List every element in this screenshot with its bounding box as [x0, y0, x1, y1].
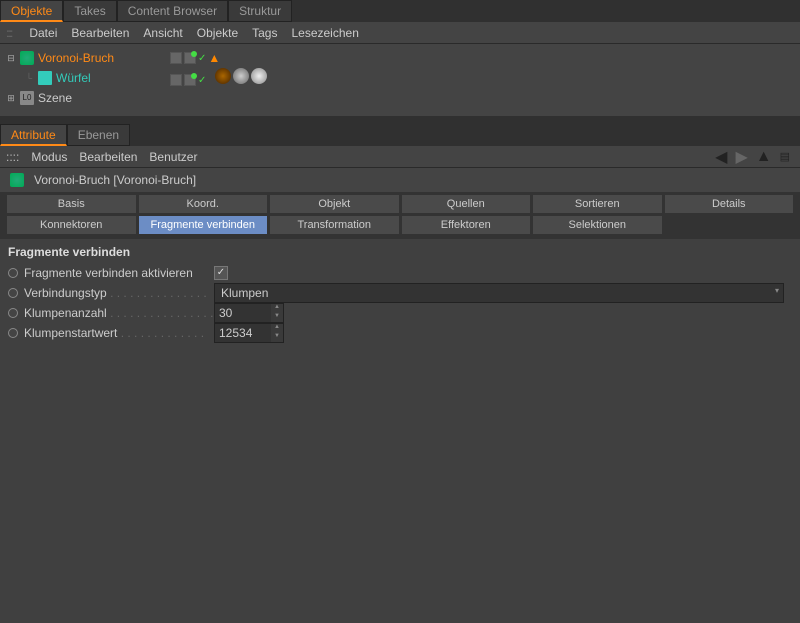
nav-up-icon[interactable]: ▲ — [756, 148, 772, 166]
section-title: Fragmente verbinden — [0, 239, 800, 263]
field-aktivieren: Fragmente verbinden aktivieren ✓ — [0, 263, 800, 283]
nav-menu-icon[interactable]: ▤ — [780, 150, 790, 163]
object-title-bar: Voronoi-Bruch [Voronoi-Bruch] — [0, 168, 800, 192]
checkbox-aktivieren[interactable]: ✓ — [214, 266, 228, 280]
animatable-dot-icon[interactable] — [8, 328, 18, 338]
tree-row-wuerfel[interactable]: └ Würfel — [0, 68, 800, 88]
panel-divider[interactable] — [0, 116, 800, 124]
grip-icon: :::: — [6, 26, 11, 40]
warning-icon: ▲ — [208, 53, 220, 63]
render-tag-icon[interactable] — [184, 52, 196, 64]
tab-konnektoren[interactable]: Konnektoren — [6, 215, 137, 235]
menu-ansicht[interactable]: Ansicht — [143, 26, 182, 40]
tab-sortieren[interactable]: Sortieren — [532, 194, 663, 214]
animatable-dot-icon[interactable] — [8, 308, 18, 318]
tab-objekte[interactable]: Objekte — [0, 0, 63, 22]
menu-benutzer[interactable]: Benutzer — [149, 150, 197, 164]
label-verbindungstyp: Verbindungstyp . . . . . . . . . . . . .… — [24, 286, 214, 300]
nav-fwd-icon[interactable]: ▶ — [735, 147, 747, 167]
material-tag-icon[interactable] — [233, 68, 249, 84]
tree-row-szene[interactable]: ⊞ L0 Szene — [0, 88, 800, 108]
layer-tag-icon[interactable] — [170, 74, 182, 86]
dropdown-verbindungstyp[interactable]: Klumpen — [214, 283, 784, 303]
tab-content-browser[interactable]: Content Browser — [117, 0, 228, 22]
menu-tags[interactable]: Tags — [252, 26, 277, 40]
spinner-icon[interactable]: ▲▼ — [271, 324, 283, 342]
phong-tag-icon[interactable] — [251, 68, 267, 84]
enabled-check-icon[interactable]: ✓ — [198, 75, 206, 86]
tag-icon[interactable] — [215, 68, 231, 84]
tab-basis[interactable]: Basis — [6, 194, 137, 214]
empty-tab — [664, 215, 795, 235]
animatable-dot-icon[interactable] — [8, 288, 18, 298]
tab-objekt[interactable]: Objekt — [269, 194, 400, 214]
grip-icon: :::: — [6, 150, 19, 164]
menu-modus[interactable]: Modus — [31, 150, 67, 164]
render-tag-icon[interactable] — [184, 74, 196, 86]
menu-datei[interactable]: Datei — [29, 26, 57, 40]
input-klumpenstartwert[interactable]: 12534▲▼ — [214, 323, 284, 343]
tree-row-voronoi[interactable]: ⊟ Voronoi-Bruch — [0, 48, 800, 68]
object-extra-tags — [215, 68, 267, 84]
objects-tab-bar: Objekte Takes Content Browser Struktur — [0, 0, 800, 22]
tab-details[interactable]: Details — [664, 194, 795, 214]
objects-menu-bar: :::: Datei Bearbeiten Ansicht Objekte Ta… — [0, 22, 800, 44]
animatable-dot-icon[interactable] — [8, 268, 18, 278]
label-klumpenanzahl: Klumpenanzahl . . . . . . . . . . . . . … — [24, 306, 214, 320]
voronoi-fracture-icon — [10, 173, 24, 187]
field-klumpenstartwert: Klumpenstartwert . . . . . . . . . . . .… — [0, 323, 800, 343]
menu-objekte[interactable]: Objekte — [197, 26, 238, 40]
object-tree: ⊟ Voronoi-Bruch └ Würfel ⊞ L0 Szene ✓ ▲ … — [0, 44, 800, 116]
cube-icon — [38, 71, 52, 85]
layer-tag-icon[interactable] — [170, 52, 182, 64]
spinner-icon[interactable]: ▲▼ — [271, 304, 283, 322]
field-klumpenanzahl: Klumpenanzahl . . . . . . . . . . . . . … — [0, 303, 800, 323]
tab-transformation[interactable]: Transformation — [269, 215, 400, 235]
input-klumpenanzahl[interactable]: 30▲▼ — [214, 303, 284, 323]
tree-label-wuerfel: Würfel — [56, 71, 91, 85]
menu-lesezeichen[interactable]: Lesezeichen — [291, 26, 358, 40]
tab-takes[interactable]: Takes — [63, 0, 116, 22]
voronoi-fracture-icon — [20, 51, 34, 65]
scene-icon: L0 — [20, 91, 34, 105]
tab-quellen[interactable]: Quellen — [401, 194, 532, 214]
tab-ebenen[interactable]: Ebenen — [67, 124, 130, 146]
attribute-tab-bar: Attribute Ebenen — [0, 124, 800, 146]
object-title: Voronoi-Bruch [Voronoi-Bruch] — [34, 173, 196, 187]
tree-line-icon: └ — [24, 73, 34, 83]
empty-panel — [0, 343, 800, 623]
object-tag-column: ✓ ▲ ✓ — [170, 48, 220, 90]
tree-label-voronoi: Voronoi-Bruch — [38, 51, 114, 65]
menu-bearbeiten[interactable]: Bearbeiten — [79, 150, 137, 164]
tab-effektoren[interactable]: Effektoren — [401, 215, 532, 235]
tree-label-szene: Szene — [38, 91, 72, 105]
nav-back-icon[interactable]: ◀ — [715, 147, 727, 167]
enabled-check-icon[interactable]: ✓ — [198, 53, 206, 64]
expand-icon[interactable]: ⊞ — [6, 93, 16, 104]
tab-koord[interactable]: Koord. — [138, 194, 269, 214]
tab-attribute[interactable]: Attribute — [0, 124, 67, 146]
tab-selektionen[interactable]: Selektionen — [532, 215, 663, 235]
field-verbindungstyp: Verbindungstyp . . . . . . . . . . . . .… — [0, 283, 800, 303]
property-tabs-row1: Basis Koord. Objekt Quellen Sortieren De… — [0, 192, 800, 215]
attribute-menu-bar: :::: Modus Bearbeiten Benutzer ◀ ▶ ▲ ▤ — [0, 146, 800, 168]
tab-fragmente-verbinden[interactable]: Fragmente verbinden — [138, 215, 269, 235]
tab-struktur[interactable]: Struktur — [228, 0, 292, 22]
menu-bearbeiten[interactable]: Bearbeiten — [71, 26, 129, 40]
expand-icon[interactable]: ⊟ — [6, 53, 16, 64]
label-klumpenstartwert: Klumpenstartwert . . . . . . . . . . . .… — [24, 326, 214, 340]
property-tabs-row2: Konnektoren Fragmente verbinden Transfor… — [0, 215, 800, 239]
label-aktivieren: Fragmente verbinden aktivieren — [24, 266, 214, 280]
